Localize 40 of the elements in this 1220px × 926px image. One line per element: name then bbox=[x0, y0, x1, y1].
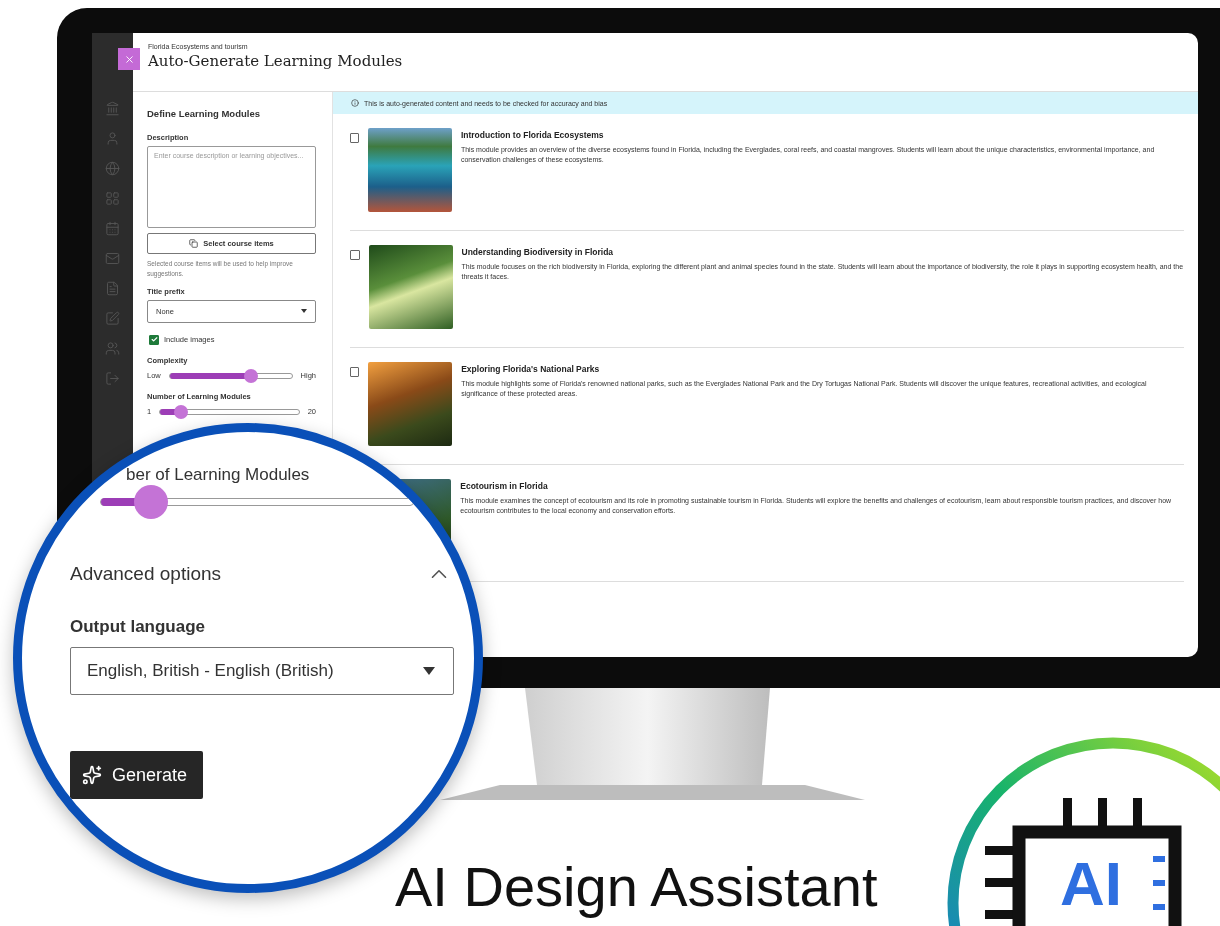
chip-icon bbox=[985, 798, 1185, 926]
checkbox[interactable] bbox=[350, 367, 360, 377]
slider-thumb[interactable] bbox=[173, 404, 188, 419]
copy-icon bbox=[189, 239, 199, 248]
module-title: Ecotourism in Florida bbox=[460, 481, 549, 491]
generate-button[interactable]: Generate bbox=[70, 751, 204, 799]
slider-thumb[interactable] bbox=[133, 485, 168, 519]
slider[interactable] bbox=[100, 485, 414, 519]
info-icon bbox=[351, 99, 359, 107]
form-heading: Define Learning Modules bbox=[147, 108, 261, 119]
sparkle-icon bbox=[82, 765, 102, 785]
caret-icon bbox=[423, 667, 435, 675]
checkbox[interactable] bbox=[149, 334, 159, 345]
caret-icon bbox=[301, 309, 307, 313]
close-icon bbox=[123, 53, 135, 65]
user-icon[interactable] bbox=[105, 131, 120, 146]
users-icon[interactable] bbox=[105, 341, 120, 356]
mail-icon[interactable] bbox=[105, 251, 120, 266]
calendar-icon[interactable] bbox=[105, 221, 120, 236]
logo-text: AI bbox=[1060, 853, 1122, 915]
grid-icon[interactable] bbox=[105, 191, 120, 206]
language-select[interactable]: English, British - English (British) bbox=[70, 647, 454, 695]
slider-thumb[interactable] bbox=[244, 368, 259, 383]
slider[interactable] bbox=[159, 404, 300, 419]
slider-label: ber of Learning Modules bbox=[126, 465, 311, 485]
field-label: Output language bbox=[70, 617, 207, 637]
section-heading: Advanced options bbox=[70, 563, 222, 585]
dialog-title: Auto-Generate Learning Modules bbox=[148, 52, 404, 70]
edit-icon[interactable] bbox=[105, 311, 120, 326]
checkbox[interactable] bbox=[350, 133, 359, 143]
close-button[interactable] bbox=[118, 48, 140, 70]
building-icon[interactable] bbox=[105, 101, 120, 116]
logout-icon[interactable] bbox=[105, 371, 120, 386]
document-icon[interactable] bbox=[105, 281, 120, 296]
module-title: Introduction to Florida Ecosystems bbox=[460, 130, 605, 140]
checkbox[interactable] bbox=[350, 250, 360, 260]
module-title: Understanding Biodiversity in Florida bbox=[461, 247, 615, 257]
slider[interactable] bbox=[168, 368, 293, 383]
module-title: Exploring Florida's National Parks bbox=[461, 364, 601, 374]
globe-icon[interactable] bbox=[105, 161, 120, 176]
